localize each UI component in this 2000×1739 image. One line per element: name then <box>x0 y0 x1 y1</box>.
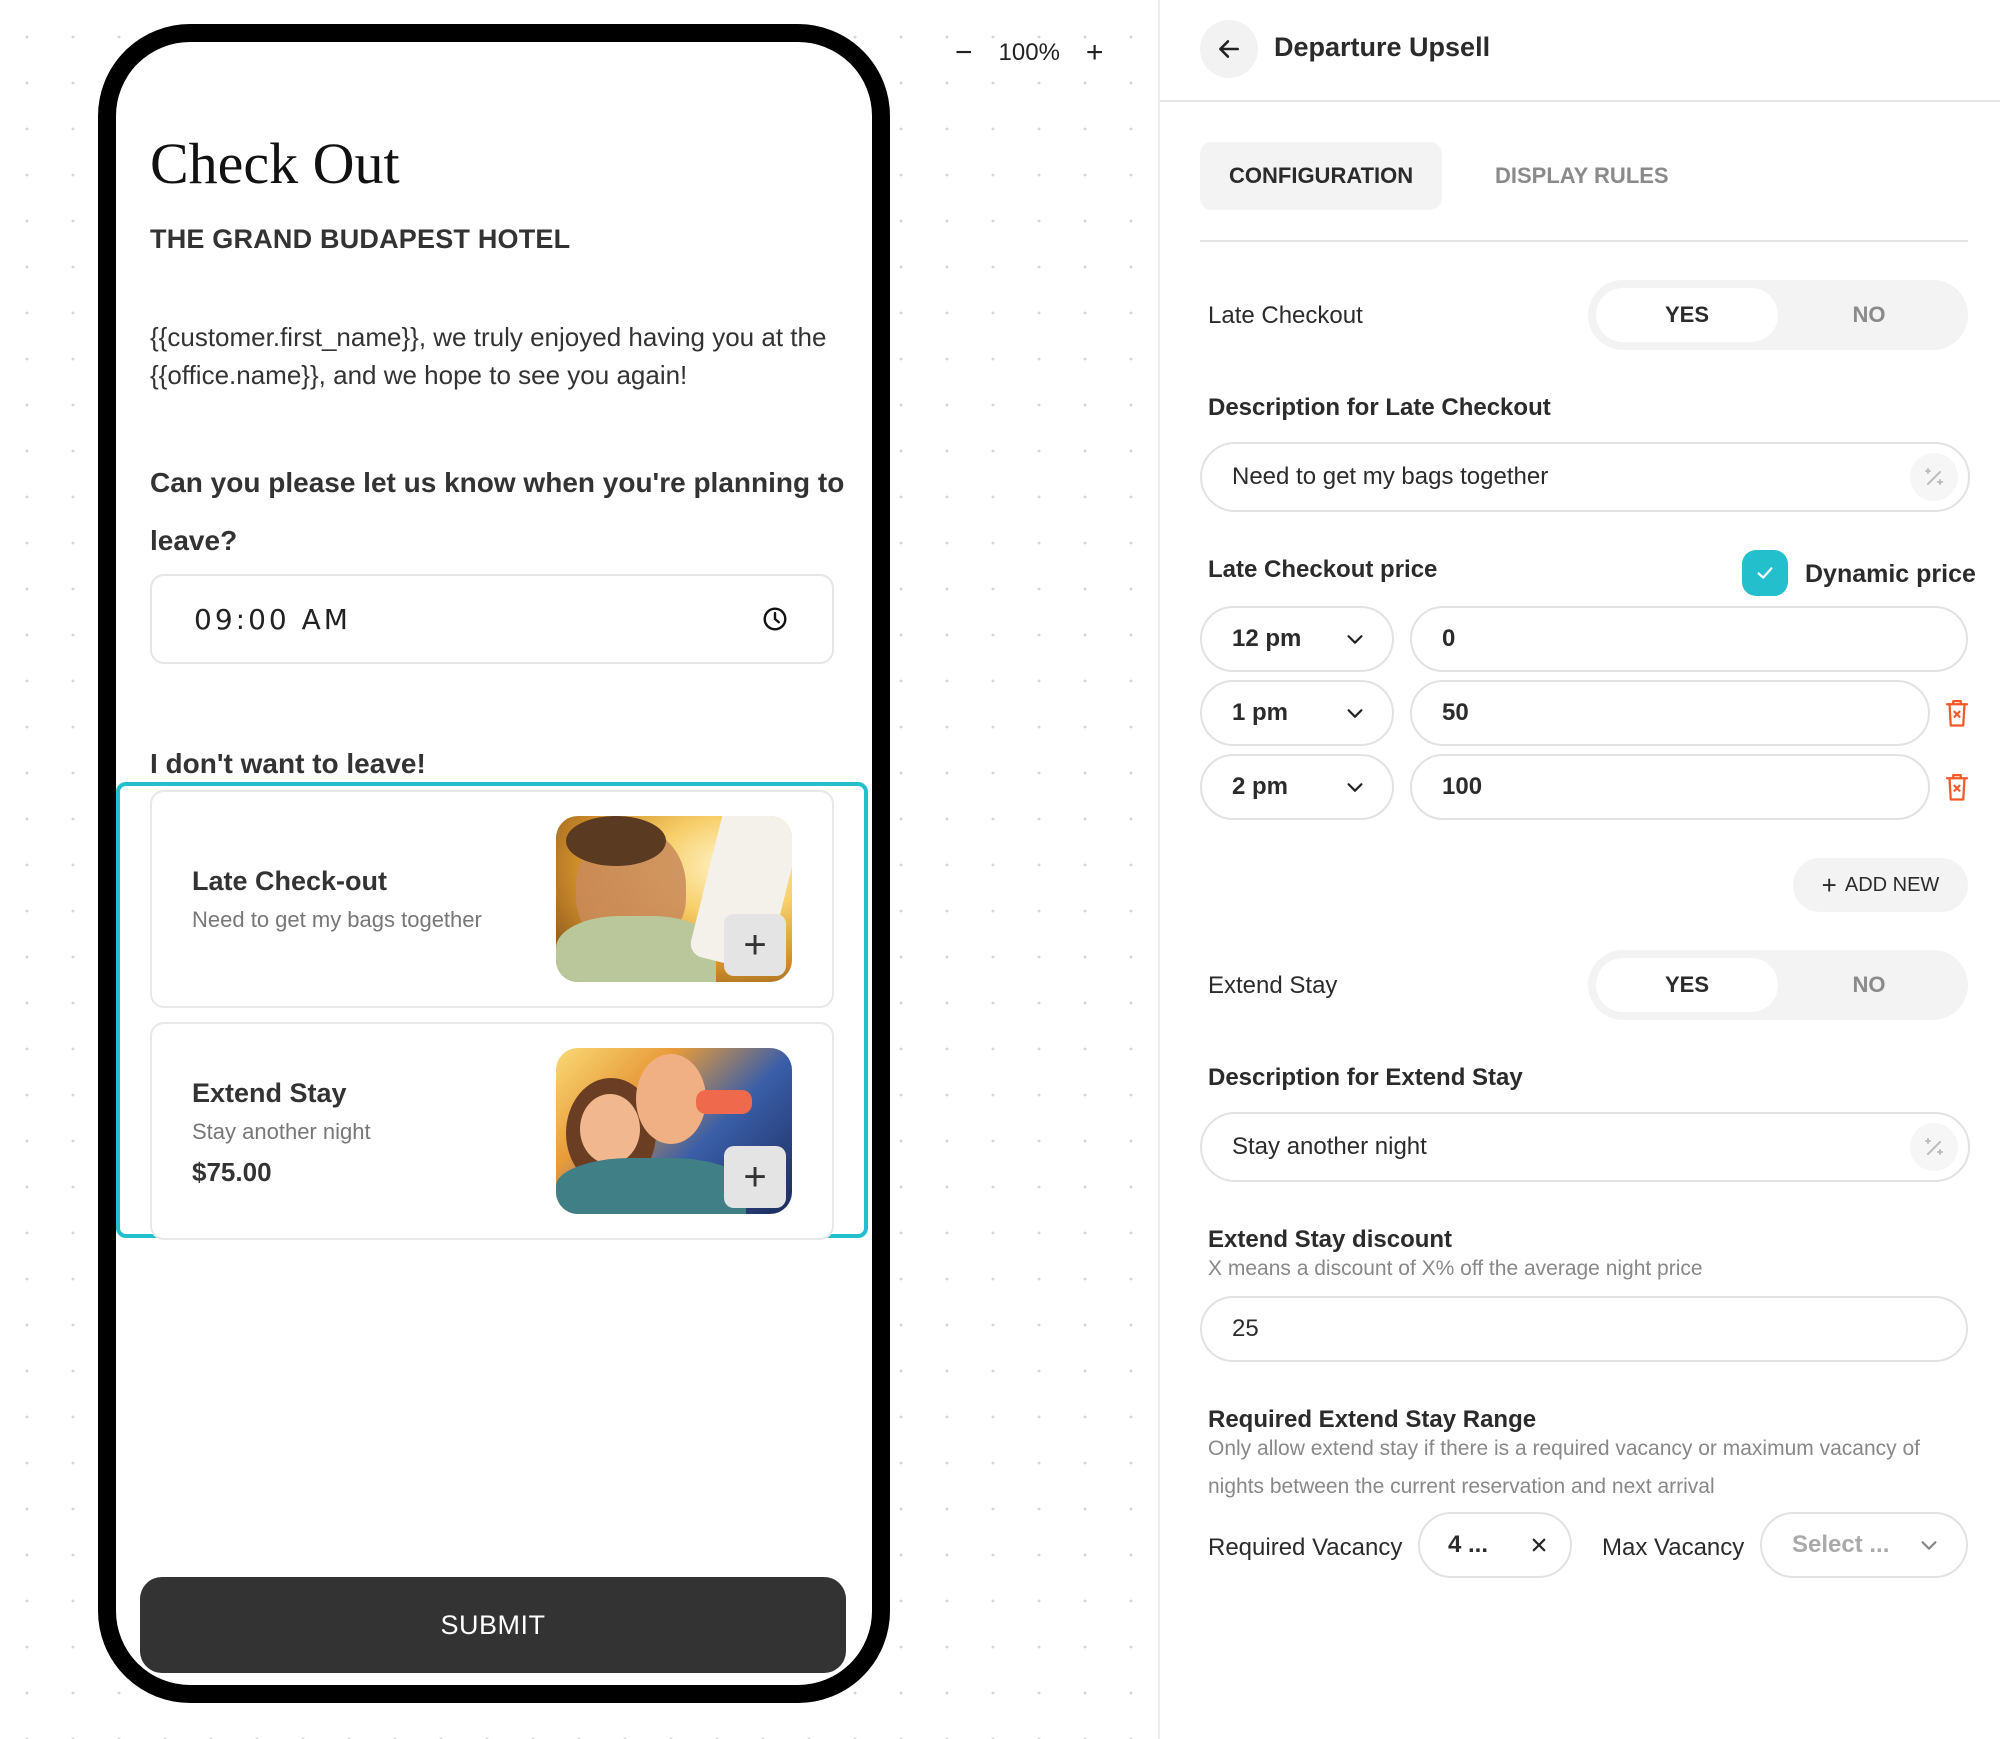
price-amount-input[interactable]: 100 <box>1410 754 1930 820</box>
chevron-down-icon <box>1347 635 1363 644</box>
extend-stay-discount-help: X means a discount of X% off the average… <box>1208 1257 1703 1280</box>
required-vacancy-select[interactable]: 4 ... <box>1418 1512 1572 1578</box>
config-panel: Departure Upsell CONFIGURATION DISPLAY R… <box>1160 0 2000 1739</box>
input-value: Stay another night <box>1232 1133 1427 1160</box>
select-value: 4 ... <box>1448 1531 1489 1558</box>
extend-stay-range-help: Only allow extend stay if there is a req… <box>1208 1437 1920 1498</box>
add-late-checkout-button[interactable]: + <box>724 914 786 976</box>
panel-tabs: CONFIGURATION DISPLAY RULES <box>1200 142 1968 242</box>
offer-description: Need to get my bags together <box>192 907 482 932</box>
input-value: 50 <box>1442 699 1469 726</box>
price-amount-input[interactable]: 50 <box>1410 680 1930 746</box>
add-new-label: ADD NEW <box>1844 873 1940 896</box>
extend-stay-description-label: Description for Extend Stay <box>1208 1064 1523 1091</box>
add-extend-stay-button[interactable]: + <box>724 1146 786 1208</box>
magic-wand-icon <box>1925 1138 1943 1155</box>
tab-display-rules[interactable]: DISPLAY RULES <box>1466 142 1698 210</box>
select-placeholder: Select ... <box>1792 1531 1890 1558</box>
extend-stay-discount-input[interactable]: 25 <box>1200 1296 1968 1362</box>
clear-icon[interactable] <box>1530 1536 1548 1554</box>
page-title: Check Out <box>150 131 400 196</box>
departure-question: Can you please let us know when you're p… <box>150 467 845 556</box>
late-checkout-image: + <box>556 816 792 982</box>
hotel-name: THE GRAND BUDAPEST HOTEL <box>150 224 571 254</box>
required-vacancy-label: Required Vacancy <box>1208 1534 1403 1561</box>
input-value: Need to get my bags together <box>1232 463 1549 490</box>
extend-stay-image: + <box>556 1048 792 1214</box>
panel-title: Departure Upsell <box>1274 32 1491 62</box>
phone-preview: Check Out THE GRAND BUDAPEST HOTEL {{cus… <box>98 24 890 1703</box>
input-value: 0 <box>1442 625 1456 652</box>
offer-price: $75.00 <box>192 1157 272 1187</box>
price-time-select[interactable]: 12 pm <box>1200 606 1394 672</box>
extend-stay-description-input[interactable]: Stay another night <box>1200 1112 1970 1182</box>
late-checkout-price-label: Late Checkout price <box>1208 556 1438 583</box>
back-button[interactable] <box>1200 20 1258 78</box>
check-icon <box>1757 567 1773 579</box>
late-checkout-no[interactable]: NO <box>1778 288 1960 342</box>
zoom-control: − 100% + <box>955 38 1103 68</box>
extend-stay-label: Extend Stay <box>1208 972 1338 999</box>
late-checkout-description-label: Description for Late Checkout <box>1208 394 1551 421</box>
tab-configuration[interactable]: CONFIGURATION <box>1200 142 1443 210</box>
extend-stay-no[interactable]: NO <box>1778 958 1960 1012</box>
zoom-level: 100% <box>998 39 1060 66</box>
late-checkout-description-input[interactable]: Need to get my bags together <box>1200 442 1970 512</box>
price-amount-input[interactable]: 0 <box>1410 606 1968 672</box>
extend-stay-yes[interactable]: YES <box>1596 958 1778 1012</box>
extend-stay-toggle[interactable]: YES NO <box>1588 950 1968 1020</box>
dynamic-price-checkbox[interactable] <box>1742 550 1788 596</box>
late-checkout-label: Late Checkout <box>1208 302 1363 329</box>
max-vacancy-select[interactable]: Select ... <box>1760 1512 1968 1578</box>
zoom-in-button[interactable]: + <box>1086 38 1104 68</box>
offer-description: Stay another night <box>192 1119 371 1144</box>
time-value: 09:00 AM <box>194 602 351 636</box>
upsell-heading: I don't want to leave! <box>150 748 426 779</box>
max-vacancy-label: Max Vacancy <box>1602 1534 1745 1561</box>
offer-card-late-checkout[interactable]: Late Check-out Need to get my bags toget… <box>150 790 834 1008</box>
trash-icon[interactable] <box>1944 698 1970 728</box>
offer-card-extend-stay[interactable]: Extend Stay Stay another night $75.00 + <box>150 1022 834 1240</box>
offer-title: Late Check-out <box>192 866 388 896</box>
zoom-out-button[interactable]: − <box>955 38 973 68</box>
magic-wand-icon <box>1925 468 1943 485</box>
price-time-select[interactable]: 1 pm <box>1200 680 1394 746</box>
chevron-down-icon <box>1347 783 1363 792</box>
dynamic-price-label: Dynamic price <box>1805 560 1976 588</box>
submit-button[interactable]: SUBMIT <box>140 1577 846 1673</box>
input-value: 25 <box>1232 1315 1259 1342</box>
late-checkout-yes[interactable]: YES <box>1596 288 1778 342</box>
trash-icon[interactable] <box>1944 772 1970 802</box>
panel-header: Departure Upsell <box>1160 0 2000 102</box>
ai-generate-button[interactable] <box>1910 453 1958 501</box>
departure-time-input[interactable]: 09:00 AM <box>150 574 834 664</box>
input-value: 100 <box>1442 773 1483 800</box>
offer-title: Extend Stay <box>192 1078 347 1108</box>
clock-icon[interactable] <box>762 606 788 632</box>
plus-icon: + <box>1821 870 1837 900</box>
select-value: 1 pm <box>1232 699 1289 726</box>
chevron-down-icon <box>1921 1541 1937 1550</box>
ai-generate-button[interactable] <box>1910 1123 1958 1171</box>
chevron-down-icon <box>1347 709 1363 718</box>
arrow-left-icon <box>1219 40 1239 58</box>
price-time-select[interactable]: 2 pm <box>1200 754 1394 820</box>
late-checkout-toggle[interactable]: YES NO <box>1588 280 1968 350</box>
add-new-price-button[interactable]: + ADD NEW <box>1793 858 1968 912</box>
select-value: 12 pm <box>1232 625 1302 652</box>
select-value: 2 pm <box>1232 773 1289 800</box>
greeting-text: {{customer.first_name}}, we truly enjoye… <box>150 322 827 390</box>
